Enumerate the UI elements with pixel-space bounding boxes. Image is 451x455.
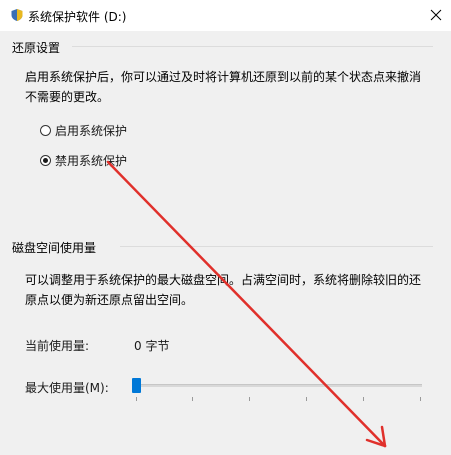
title-bar: 系统保护软件 (D:)	[0, 0, 451, 31]
radio-disable-label[interactable]: 禁用系统保护	[55, 152, 127, 169]
disk-usage-divider	[120, 246, 433, 247]
slider-track[interactable]	[134, 384, 422, 387]
slider-tick	[420, 397, 421, 401]
restore-settings-description: 启用系统保护后，你可以通过及时将计算机还原到以前的某个状态点来撤消不需要的更改。	[25, 70, 422, 104]
radio-disable-protection[interactable]: 禁用系统保护	[40, 152, 127, 168]
disk-usage-description: 可以调整用于系统保护的最大磁盘空间。占满空间时，系统将删除较旧的还原点以便为新还…	[25, 273, 422, 307]
radio-disable-indicator[interactable]	[40, 154, 51, 166]
slider-tick	[136, 397, 137, 401]
slider-tick	[249, 397, 250, 401]
restore-settings-divider	[72, 46, 433, 47]
max-usage-label: 最大使用量(M):	[25, 381, 109, 395]
slider-tick	[192, 397, 193, 401]
current-usage-value: 0 字节	[134, 339, 170, 353]
radio-enable-label[interactable]: 启用系统保护	[55, 122, 127, 139]
current-usage-label: 当前使用量:	[25, 339, 90, 353]
slider-tick	[363, 397, 364, 401]
window-title: 系统保护软件 (D:)	[28, 10, 127, 24]
max-usage-slider[interactable]	[130, 378, 425, 406]
disk-usage-heading: 磁盘空间使用量	[12, 241, 97, 255]
slider-thumb[interactable]	[132, 378, 141, 393]
restore-settings-heading: 还原设置	[12, 41, 61, 55]
close-icon	[430, 9, 442, 21]
radio-enable-protection[interactable]: 启用系统保护	[40, 122, 127, 138]
close-button[interactable]	[421, 0, 451, 31]
shield-icon	[10, 8, 24, 22]
radio-enable-indicator[interactable]	[40, 124, 51, 136]
slider-tick	[306, 397, 307, 401]
